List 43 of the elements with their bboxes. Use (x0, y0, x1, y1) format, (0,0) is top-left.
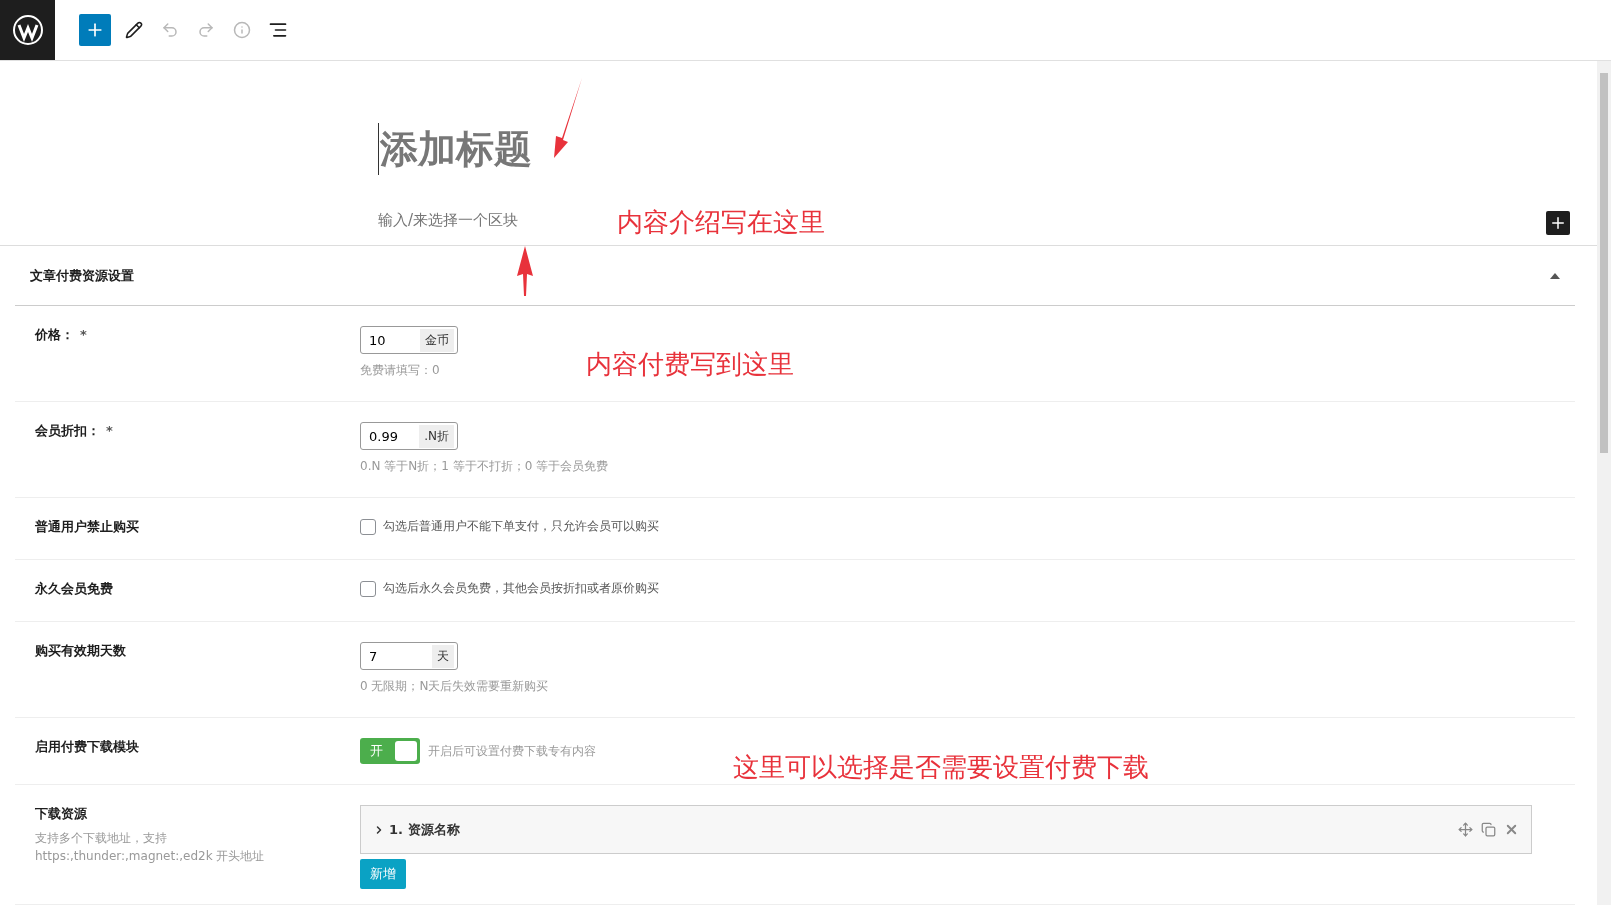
number-input[interactable]: 10 金币 (360, 326, 458, 354)
annotation-text: 内容介绍写在这里 (617, 206, 825, 239)
field-label: 购买有效期天数 (35, 643, 126, 658)
checkbox[interactable] (360, 518, 376, 535)
logo-icon[interactable] (0, 0, 55, 60)
panel-title: 文章付费资源设置 (30, 266, 134, 285)
number-input[interactable]: 0.99 .N折 (360, 422, 458, 450)
annotation-text: 这里可以选择是否需要设置付费下载 (733, 751, 1149, 784)
field-label: 价格： (35, 327, 74, 342)
required-mark: * (80, 327, 87, 342)
input-value[interactable]: 10 (364, 331, 420, 349)
arrow-icon (515, 246, 535, 296)
input-value[interactable]: 7 (364, 647, 432, 665)
plus-icon (1549, 214, 1567, 232)
field-description: 支持多个下载地址，支持 https:,thunder:,magnet:,ed2k 开头地址 (35, 830, 265, 865)
field-label: 普通用户禁止购买 (35, 519, 139, 534)
add-block-button[interactable] (1546, 211, 1570, 235)
scrollbar[interactable] (1600, 73, 1608, 453)
close-icon[interactable] (1504, 822, 1519, 837)
resource-item-title[interactable]: 1. 资源名称 (373, 820, 460, 839)
field-hint: 免费请填写：0 (360, 362, 440, 379)
move-icon[interactable] (1458, 822, 1473, 837)
annotation-text: 内容付费写到这里 (586, 348, 794, 381)
unit-label: .N折 (419, 424, 454, 448)
required-mark: * (106, 423, 113, 438)
input-value[interactable]: 0.99 (364, 427, 420, 445)
checkbox[interactable] (360, 580, 376, 597)
copy-icon[interactable] (1481, 822, 1496, 837)
field-label: 下载资源 (35, 806, 87, 821)
field-label: 会员折扣： (35, 423, 100, 438)
unit-label: 金币 (420, 328, 454, 352)
number-input[interactable]: 7 天 (360, 642, 458, 670)
unit-label: 天 (432, 644, 454, 668)
checkbox-label: 勾选后永久会员免费，其他会员按折扣或者原价购买 (383, 580, 659, 597)
field-hint: 0.N 等于N折；1 等于不打折；0 等于会员免费 (360, 458, 609, 475)
field-label: 永久会员免费 (35, 581, 113, 596)
title-field[interactable]: 添加标题 (378, 123, 532, 175)
field-label: 启用付费下载模块 (35, 739, 139, 754)
block-placeholder[interactable]: 输入/来选择一个区块 (378, 211, 519, 230)
field-hint: 0 无限期；N天后失效需要重新购买 (360, 678, 549, 695)
resource-item[interactable]: 1. 资源名称 (360, 805, 1532, 854)
toggle-description: 开启后可设置付费下载专有内容 (428, 742, 596, 760)
checkbox-label: 勾选后普通用户不能下单支付，只允许会员可以购买 (383, 518, 659, 535)
